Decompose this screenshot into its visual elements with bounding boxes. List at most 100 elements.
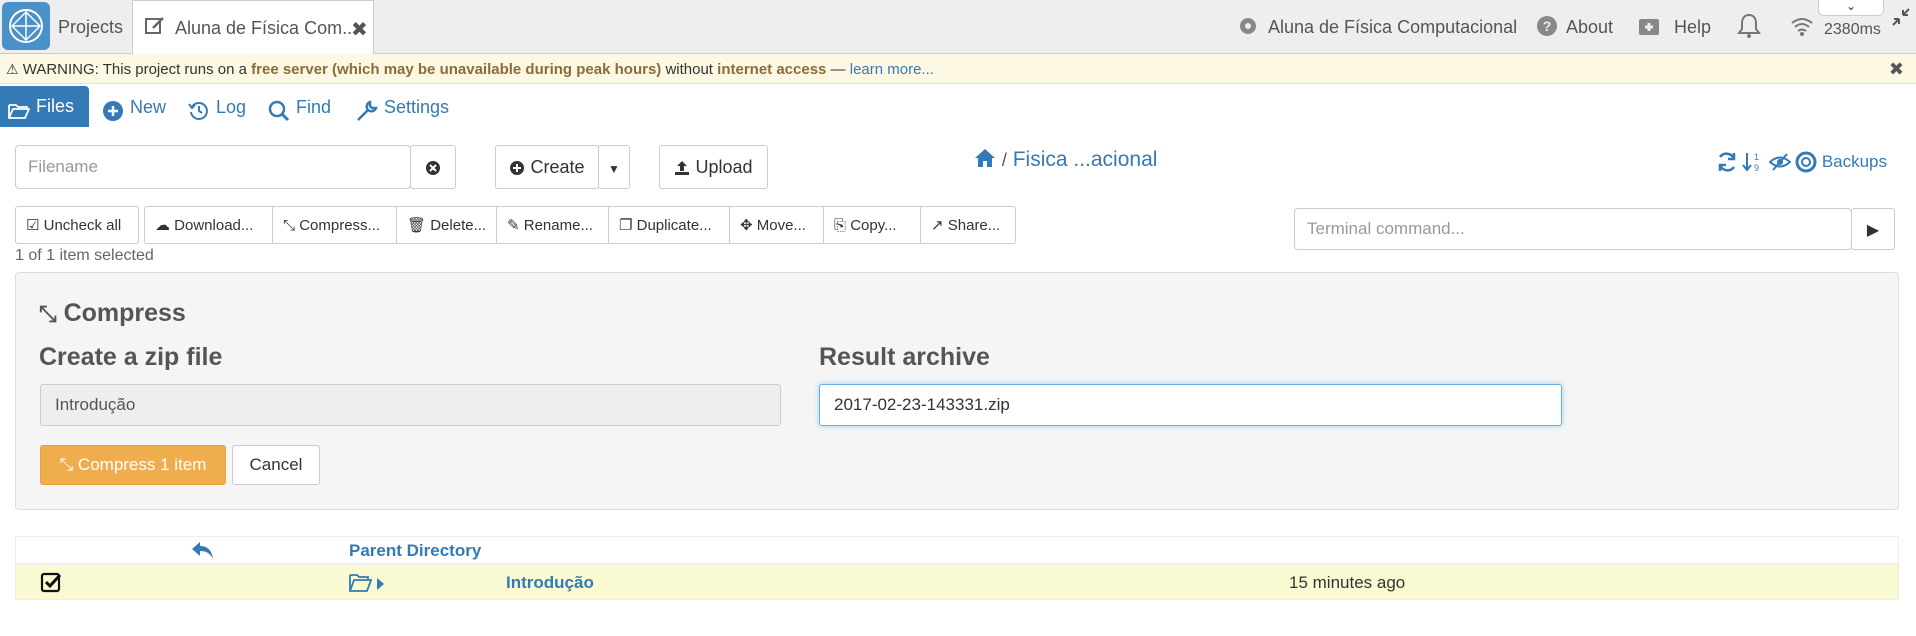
create-dropdown-button[interactable]: ▼	[598, 145, 630, 189]
project-settings-link[interactable]: Aluna de Física Computacional	[1268, 17, 1517, 38]
close-icon[interactable]: ✖	[1889, 54, 1904, 84]
source-files-field: Introdução	[40, 384, 781, 426]
upload-icon	[674, 157, 695, 177]
learn-more-link[interactable]: learn more...	[850, 61, 934, 78]
log-tab[interactable]: Log	[188, 88, 246, 126]
settings-tab-label: Settings	[384, 97, 450, 117]
compress-title: ⤡ Compress	[39, 299, 186, 328]
wifi-icon	[1790, 14, 1814, 38]
warning-internet: internet access	[717, 61, 827, 78]
compress-button[interactable]: ⤡ Compress...	[272, 206, 397, 244]
eye-slash-icon[interactable]	[1768, 153, 1795, 171]
create-button[interactable]: Create	[495, 145, 599, 189]
project-tab-label: Aluna de Física Com...	[175, 18, 358, 38]
collapse-header-button[interactable]: ⌄	[1818, 0, 1884, 16]
sort-numeric-icon[interactable]: 19	[1742, 152, 1768, 173]
compress-icon: ⤡	[39, 301, 57, 326]
find-tab[interactable]: Find	[268, 88, 331, 126]
files-tab[interactable]: Files	[0, 86, 89, 127]
svg-text:1: 1	[1754, 152, 1759, 162]
compress-icon: ⤡	[59, 455, 74, 474]
duplicate-button[interactable]: ❐ Duplicate...	[608, 206, 730, 244]
close-icon[interactable]: ✖	[351, 17, 368, 42]
clear-filename-button[interactable]	[410, 145, 456, 189]
files-tab-label: Files	[36, 96, 75, 116]
upload-button[interactable]: Upload	[659, 145, 768, 189]
home-icon[interactable]	[974, 148, 1002, 171]
share-label: Share...	[947, 217, 1001, 234]
compress-submit-label: Compress 1 item	[77, 455, 207, 474]
delete-label: Delete...	[430, 217, 487, 234]
settings-tab[interactable]: Settings	[356, 88, 449, 126]
new-tab[interactable]: New	[102, 88, 166, 126]
result-archive-label: Result archive	[819, 343, 990, 371]
top-bar: Projects Aluna de Física Com... ✖ Aluna …	[0, 0, 1916, 54]
cancel-button[interactable]: Cancel	[232, 445, 320, 485]
run-terminal-button[interactable]: ▶	[1851, 208, 1895, 250]
project-tab[interactable]: Aluna de Física Com... ✖	[132, 0, 374, 54]
share-button[interactable]: ↗ Share...	[920, 206, 1016, 244]
caret-down-icon: ▼	[608, 162, 620, 176]
search-icon	[268, 97, 290, 122]
pencil-icon: ✎	[507, 217, 520, 234]
download-button[interactable]: ☁ Download...	[144, 206, 273, 244]
question-icon: ?	[1535, 14, 1559, 38]
chevron-down-icon: ⌄	[1845, 0, 1857, 13]
compress-label: Compress...	[299, 217, 381, 234]
filename-input[interactable]: Filename	[15, 145, 411, 189]
create-zip-label: Create a zip file	[39, 343, 223, 371]
backups-link[interactable]: Backups	[1822, 152, 1887, 171]
parent-directory-link[interactable]: Parent Directory	[349, 541, 481, 561]
rename-button[interactable]: ✎ Rename...	[496, 206, 609, 244]
duplicate-label: Duplicate...	[636, 217, 712, 234]
life-ring-icon[interactable]	[1795, 151, 1821, 173]
log-tab-label: Log	[216, 97, 247, 117]
reply-icon	[190, 538, 216, 567]
arrows-icon: ✥	[740, 217, 753, 234]
terminal-placeholder: Terminal command...	[1307, 219, 1465, 238]
compress-icon: ⤡	[283, 217, 296, 234]
warning-text-prefix: WARNING: This project runs on a	[22, 61, 252, 78]
help-link[interactable]: Help	[1674, 17, 1711, 38]
file-modified-time: 15 minutes ago	[1289, 573, 1406, 592]
breadcrumb-path[interactable]: Fisica ...acional	[1013, 148, 1158, 171]
filename-placeholder: Filename	[28, 157, 98, 176]
checked-checkbox-icon[interactable]	[40, 571, 62, 598]
files-copy-icon: ⎘	[834, 217, 847, 234]
result-archive-input[interactable]: 2017-02-23-143331.zip	[819, 384, 1562, 426]
upload-button-label: Upload	[695, 157, 753, 177]
cocalc-logo[interactable]	[2, 2, 50, 50]
folder-open-icon	[349, 571, 389, 600]
about-link[interactable]: About	[1566, 17, 1613, 38]
uncheck-all-label: Uncheck all	[43, 217, 122, 234]
breadcrumb-separator: /	[1001, 150, 1007, 170]
plus-circle-icon	[509, 157, 530, 177]
find-tab-label: Find	[296, 97, 332, 117]
create-button-label: Create	[530, 157, 585, 177]
uncheck-all-button[interactable]: ☑ Uncheck all	[15, 206, 139, 244]
medkit-icon	[1637, 14, 1661, 38]
times-circle-icon	[425, 157, 441, 177]
trash-icon: 🗑	[407, 217, 427, 234]
ping-time: 2380ms	[1824, 21, 1881, 38]
copy-button[interactable]: ⎘ Copy...	[823, 206, 921, 244]
list-item[interactable]: Introdução 15 minutes ago	[15, 564, 1899, 600]
file-name-link[interactable]: Introdução	[506, 573, 594, 593]
terminal-command-input[interactable]: Terminal command...	[1294, 208, 1852, 250]
refresh-icon[interactable]	[1716, 152, 1742, 172]
folder-open-icon	[8, 96, 31, 120]
parent-directory-row[interactable]: Parent Directory	[15, 536, 1899, 564]
clone-icon: ❐	[619, 217, 633, 234]
breadcrumb: / Fisica ...acional	[974, 148, 1157, 172]
compress-window-icon[interactable]	[1890, 6, 1912, 28]
delete-button[interactable]: 🗑 Delete...	[396, 206, 497, 244]
bell-icon[interactable]	[1736, 12, 1762, 40]
wrench-icon	[356, 97, 378, 122]
warning-text-middle: without	[661, 61, 718, 78]
compress-title-label: Compress	[63, 299, 186, 327]
copy-label: Copy...	[850, 217, 897, 234]
move-button[interactable]: ✥ Move...	[729, 206, 824, 244]
projects-tab[interactable]: Projects	[58, 17, 123, 38]
compress-submit-button[interactable]: ⤡ Compress 1 item	[40, 445, 226, 485]
warning-banner: ⚠ WARNING: This project runs on a free s…	[0, 54, 1916, 84]
